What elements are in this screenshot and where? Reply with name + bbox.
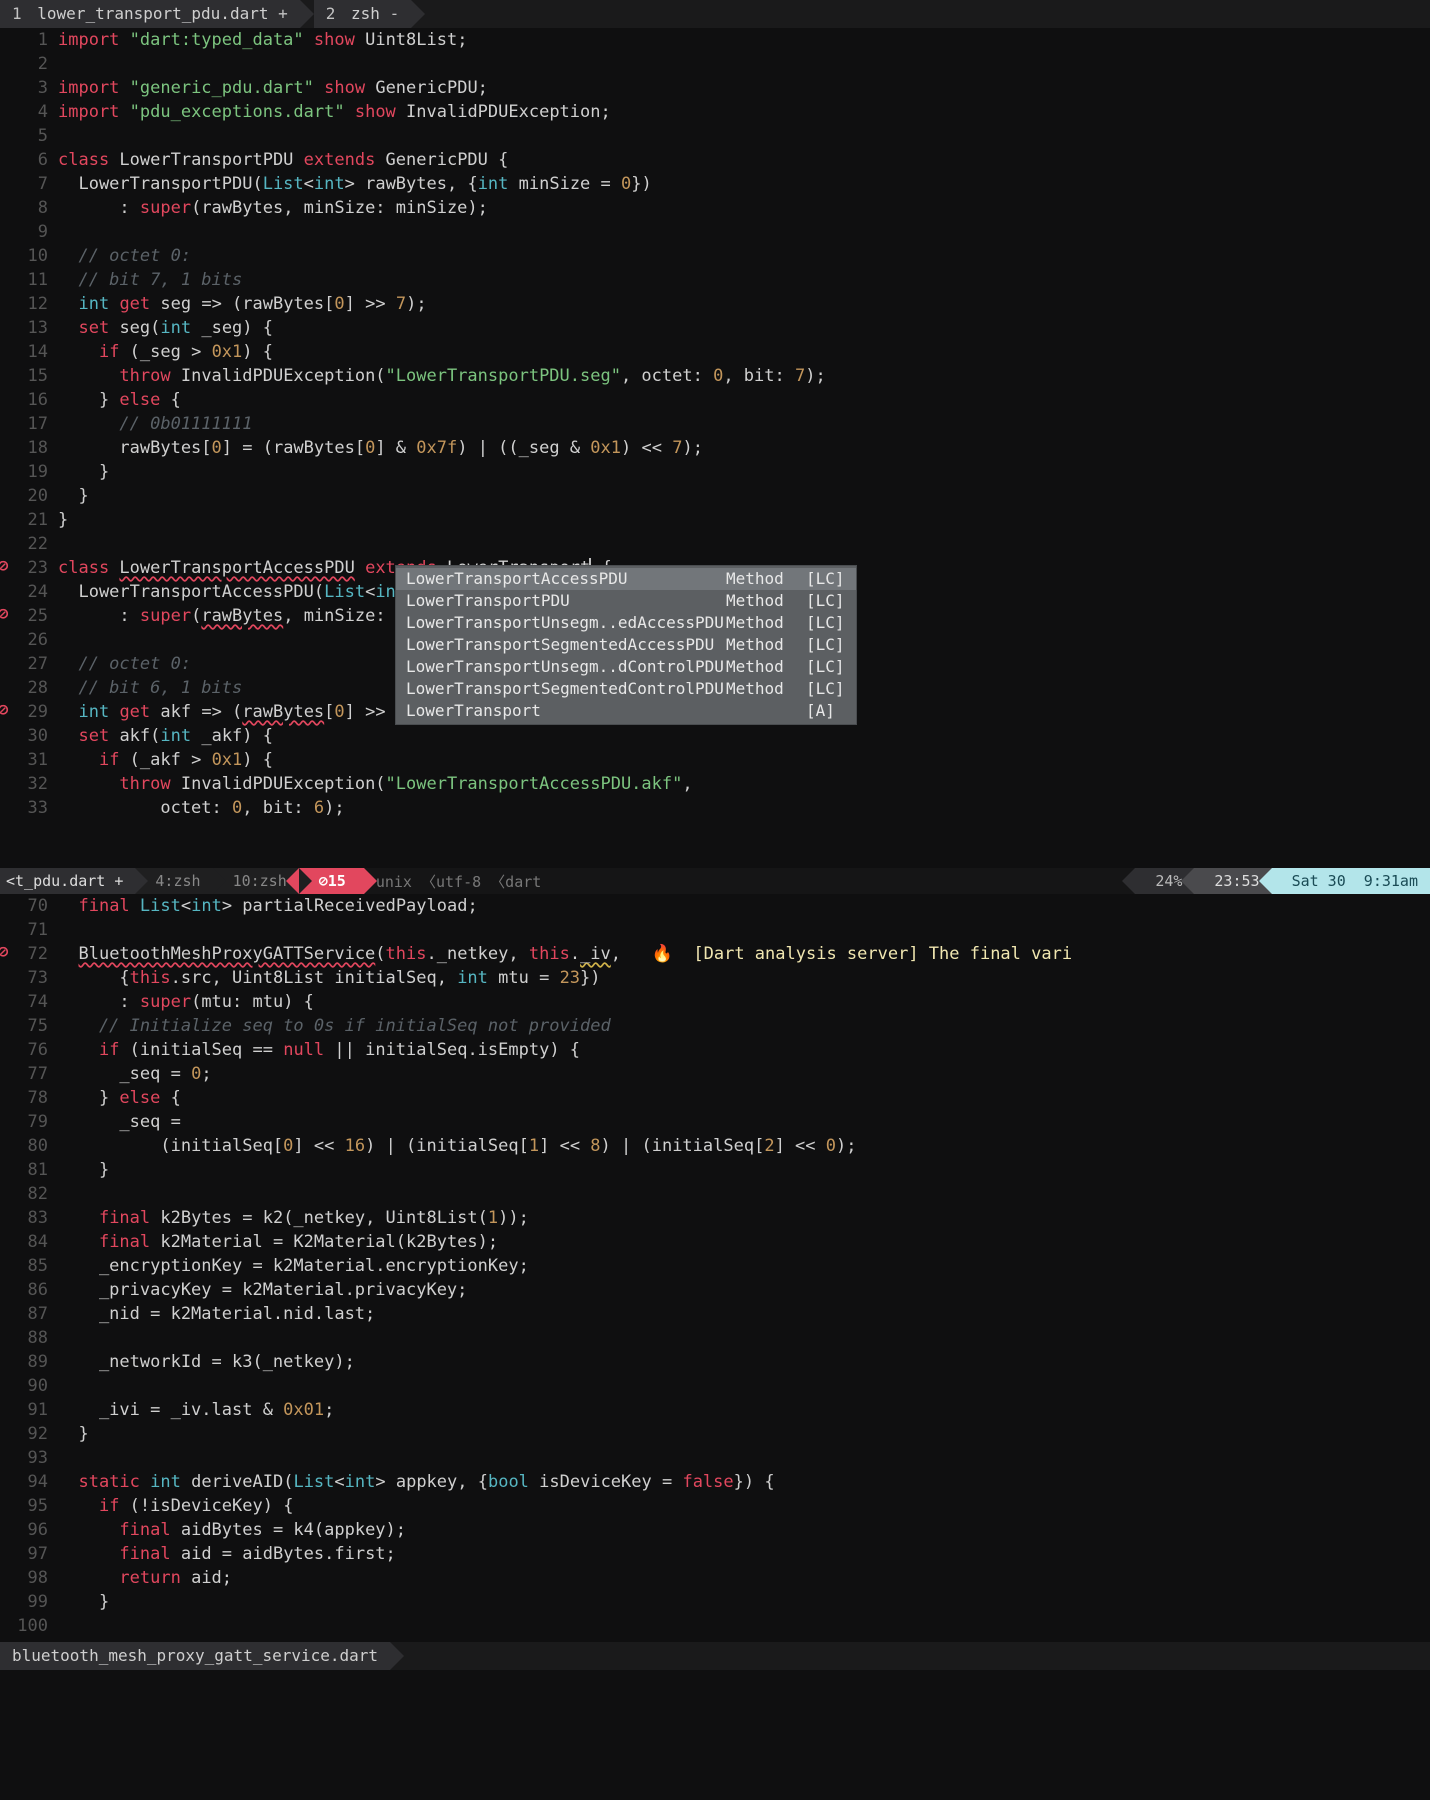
code-line[interactable]: set akf(int _akf) { [58,724,1430,748]
code-line[interactable]: static int deriveAID(List<int> appkey, {… [58,1470,1430,1494]
buffer-tab[interactable]: bluetooth_mesh_proxy_gatt_service.dart [0,1642,390,1670]
code-line[interactable]: BluetoothMeshProxyGATTService(this._netk… [58,942,1430,966]
code-line[interactable]: set seg(int _seg) { [58,316,1430,340]
tab-title: zsh [351,4,380,23]
code-line[interactable]: throw InvalidPDUException("LowerTranspor… [58,772,1430,796]
code-line[interactable] [58,52,1430,76]
statusline: <t_pdu.dart + 4:zsh 10:zsh ⊘15 unix 〈utf… [0,868,1430,894]
code-area-lower[interactable]: 7071727374757677787980818283848586878889… [0,894,1430,1638]
code-column[interactable]: final List<int> partialReceivedPayload; … [58,894,1430,1638]
code-line[interactable]: // Initialize seq to 0s if initialSeq no… [58,1014,1430,1038]
code-line[interactable]: _seq = 0; [58,1062,1430,1086]
editor-pane-upper[interactable]: 1234567891011121314151617181920212223242… [0,28,1430,868]
code-line[interactable]: return aid; [58,1566,1430,1590]
code-line[interactable] [58,918,1430,942]
code-line[interactable]: } [58,460,1430,484]
tab-index: 2 [326,4,336,23]
tab-shell[interactable]: 2 zsh - [314,0,411,28]
code-line[interactable]: import "generic_pdu.dart" show GenericPD… [58,76,1430,100]
code-line[interactable]: : super(mtu: mtu) { [58,990,1430,1014]
bottom-tabline: bluetooth_mesh_proxy_gatt_service.dart [0,1642,1430,1670]
code-line[interactable]: } [58,1590,1430,1614]
code-line[interactable]: _ivi = _iv.last & 0x01; [58,1398,1430,1422]
tab-index: 1 [12,4,22,23]
completion-item[interactable]: LowerTransportSegmentedAccessPDUMethod[L… [396,634,856,656]
code-line[interactable] [58,532,1430,556]
code-line[interactable]: _encryptionKey = k2Material.encryptionKe… [58,1254,1430,1278]
code-line[interactable]: } else { [58,1086,1430,1110]
code-line[interactable]: if (_akf > 0x1) { [58,748,1430,772]
code-line[interactable]: if (!isDeviceKey) { [58,1494,1430,1518]
code-line[interactable] [58,1182,1430,1206]
code-line[interactable]: // octet 0: [58,244,1430,268]
code-line[interactable]: final List<int> partialReceivedPayload; [58,894,1430,918]
completion-item[interactable]: LowerTransportAccessPDUMethod[LC] [396,568,856,590]
completion-item[interactable]: LowerTransportUnsegm..edAccessPDUMethod[… [396,612,856,634]
completion-item[interactable]: LowerTransportUnsegm..dControlPDUMethod[… [396,656,856,678]
code-line[interactable]: } [58,508,1430,532]
code-line[interactable] [58,1326,1430,1350]
code-line[interactable]: _networkId = k3(_netkey); [58,1350,1430,1374]
code-line[interactable]: _nid = k2Material.nid.last; [58,1302,1430,1326]
code-line[interactable] [58,1614,1430,1638]
code-line[interactable]: // 0b01111111 [58,412,1430,436]
code-line[interactable]: } [58,1422,1430,1446]
status-date: Sat 30 9:31am [1272,868,1430,894]
code-line[interactable]: rawBytes[0] = (rawBytes[0] & 0x7f) | ((_… [58,436,1430,460]
tab-modified-flag: + [278,4,288,23]
completion-popup[interactable]: LowerTransportAccessPDUMethod[LC]LowerTr… [396,566,856,724]
code-line[interactable] [58,1374,1430,1398]
completion-item[interactable]: LowerTransportSegmentedControlPDUMethod[… [396,678,856,700]
code-line[interactable]: final k2Bytes = k2(_netkey, Uint8List(1)… [58,1206,1430,1230]
code-line[interactable]: octet: 0, bit: 6); [58,796,1430,820]
code-line[interactable]: _privacyKey = k2Material.privacyKey; [58,1278,1430,1302]
code-line[interactable]: _seq = [58,1110,1430,1134]
completion-item[interactable]: LowerTransport[A] [396,700,856,722]
code-line[interactable]: } [58,1158,1430,1182]
code-line[interactable]: int get seg => (rawBytes[0] >> 7); [58,292,1430,316]
code-line[interactable]: {this.src, Uint8List initialSeq, int mtu… [58,966,1430,990]
code-line[interactable]: final k2Material = K2Material(k2Bytes); [58,1230,1430,1254]
line-number-gutter: 1234567891011121314151617181920212223242… [0,28,58,820]
code-line[interactable]: (initialSeq[0] << 16) | (initialSeq[1] <… [58,1134,1430,1158]
code-line[interactable] [58,220,1430,244]
buffer-filename: bluetooth_mesh_proxy_gatt_service.dart [12,1646,378,1665]
code-line[interactable] [58,1446,1430,1470]
line-number-gutter: 7071727374757677787980818283848586878889… [0,894,58,1638]
code-line[interactable]: // bit 7, 1 bits [58,268,1430,292]
code-line[interactable]: if (_seg > 0x1) { [58,340,1430,364]
code-line[interactable]: } else { [58,388,1430,412]
code-line[interactable]: throw InvalidPDUException("LowerTranspor… [58,364,1430,388]
code-line[interactable]: class LowerTransportPDU extends GenericP… [58,148,1430,172]
code-line[interactable]: } [58,484,1430,508]
code-line[interactable] [58,124,1430,148]
code-line[interactable]: import "pdu_exceptions.dart" show Invali… [58,100,1430,124]
code-line[interactable]: LowerTransportPDU(List<int> rawBytes, {i… [58,172,1430,196]
code-line[interactable]: final aidBytes = k4(appkey); [58,1518,1430,1542]
code-line[interactable]: import "dart:typed_data" show Uint8List; [58,28,1430,52]
editor-pane-lower[interactable]: 7071727374757677787980818283848586878889… [0,894,1430,1638]
status-encoding: unix 〈utf-8 〈dart [364,868,553,894]
tab-filename: lower_transport_pdu.dart [37,4,268,23]
code-line[interactable]: if (initialSeq == null || initialSeq.isE… [58,1038,1430,1062]
code-line[interactable]: final aid = aidBytes.first; [58,1542,1430,1566]
top-tabline: 1 lower_transport_pdu.dart + 2 zsh - [0,0,1430,28]
code-line[interactable]: : super(rawBytes, minSize: minSize); [58,196,1430,220]
status-filename: <t_pdu.dart + [0,868,135,894]
tab-editor-file[interactable]: 1 lower_transport_pdu.dart + [0,0,300,28]
completion-item[interactable]: LowerTransportPDUMethod[LC] [396,590,856,612]
tab-flag: - [390,4,400,23]
